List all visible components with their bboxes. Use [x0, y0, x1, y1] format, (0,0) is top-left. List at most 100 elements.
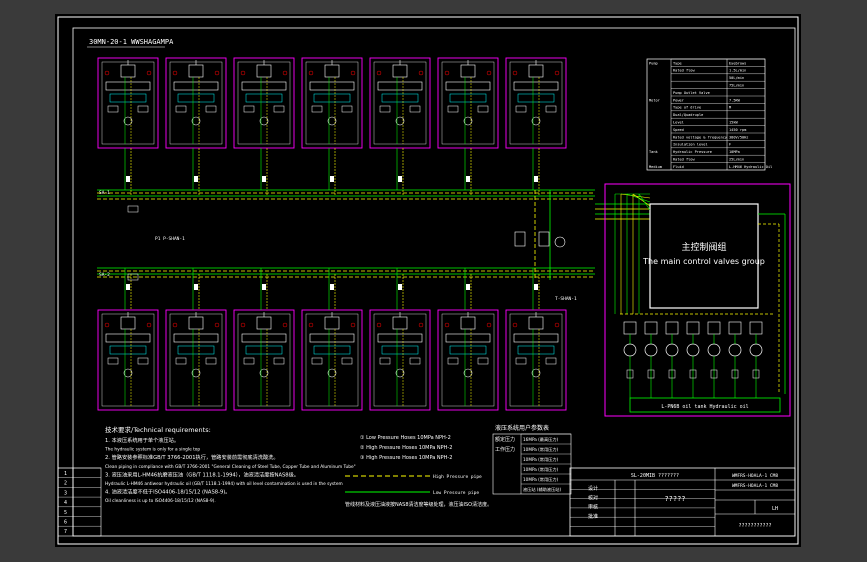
spec-cell: 10MPa: [729, 150, 740, 154]
tech-req-heading: 技术要求/Technical requirements:: [105, 425, 211, 434]
lower-valve-module: [233, 309, 295, 411]
param-cell-value: 10MPa (常用压力): [523, 466, 559, 473]
param-cell-value: 10MPa (常用压力): [523, 456, 559, 463]
spec-cell: Eyebrows: [729, 61, 746, 65]
main-valve-group: 主控制阀组 The main control valves group L-PN…: [604, 183, 791, 417]
spec-cell: Motor: [649, 98, 661, 102]
drawing-code-2: WMFRS-HOALA-1 CM8: [732, 483, 778, 489]
spec-cell: Fluid: [673, 165, 684, 169]
spec-cell: M: [729, 106, 732, 110]
spec-cell: Insulation level: [673, 143, 708, 147]
lower-valve-module: [369, 309, 431, 411]
revision-number: 2: [64, 481, 67, 487]
title-block-bottom: ???????????: [738, 523, 771, 529]
spec-cell: 1450 rpm: [729, 128, 746, 132]
spec-cell: Type: [673, 61, 682, 65]
spec-cell: Rated flow: [673, 158, 695, 162]
legend-item: ② High Pressure Hoses 10MPa NPH-2: [360, 445, 452, 451]
title-block-row-label: 审核: [588, 504, 598, 511]
spec-cell: 1.5L/min: [729, 69, 746, 73]
spec-table: Pump Type Eyebrows Rated flow 1.5L/min 50L/mi…: [646, 58, 772, 171]
drawing-number: SL-20MIB ???????: [631, 473, 679, 479]
spec-cell: 15kW: [729, 121, 738, 125]
upper-valve-row: [97, 57, 567, 149]
bus-label-upper-left: SA-1: [99, 190, 110, 196]
spec-cell: 380V/50Hz: [729, 135, 748, 139]
drawing-code-1: WMFRS-HOALA-1 CM8: [732, 473, 778, 479]
param-cell-value: 16MPa (最高压力): [523, 436, 559, 443]
low-pressure-label: Low Pressure pipe: [433, 490, 479, 496]
revision-number: 6: [64, 520, 67, 526]
upper-valve-module: [233, 57, 295, 149]
title-block-row-label: 设计: [588, 485, 598, 492]
spec-cell: Pump Outlet Valve: [673, 91, 710, 95]
legend-note: 管线材料及液压油液按NAS8清洁度等级处理，液压油ISO清洁度。: [345, 501, 492, 508]
lower-valve-module: [97, 309, 159, 411]
spec-cell: Tank: [649, 150, 658, 154]
tech-req-line: 4. 油液清洁度不低于ISO4406-18/15/12 (NAS8-9)。: [105, 488, 230, 496]
param-cell-value: 10MPa (常用压力): [523, 446, 559, 453]
param-table: 液压系统用户参数表 额定压力 16MPa (最高压力) 工作压力 10MPa (常用压…: [492, 424, 572, 495]
title-block-row-label: 校对: [588, 494, 598, 501]
tech-req-line: Clean piping in compliance with GB/T 376…: [105, 464, 356, 470]
revision-column: 1 2 3 4 5 6 7: [57, 467, 102, 537]
lower-valve-module: [301, 309, 363, 411]
main-group-title-zh: 主控制阀组: [681, 241, 726, 253]
bus-note-lower: T-SHAN-1: [555, 296, 577, 302]
bus-note-upper: P1 P-SHAN-1: [155, 236, 185, 242]
main-group-title-en: The main control valves group: [642, 257, 765, 266]
param-table-title: 液压系统用户参数表: [495, 424, 549, 432]
lower-valve-module: [505, 309, 567, 411]
upper-valve-module: [505, 57, 567, 149]
legend-item: ③ High Pressure Hoses 10MPa NPH-2: [360, 455, 452, 461]
high-pressure-label: High Pressure pipe: [433, 474, 482, 480]
title-block-row-label: 批准: [588, 513, 598, 520]
spec-cell: Rated voltage & frequency: [673, 135, 728, 139]
tech-req-line: 1. 本液压系统用于单个液压站。: [105, 436, 179, 444]
spec-cell: 75L/min: [729, 84, 744, 88]
param-cell-value: 液压站 (辅助液压站): [523, 486, 561, 493]
spec-cell: Rated flow: [673, 69, 695, 73]
pipe-legend: ① Low Pressure Hoses 10MPa NPH-2 ② High P…: [345, 435, 492, 508]
spec-cell: 7.5KW: [729, 98, 741, 102]
revision-number: 7: [64, 529, 67, 535]
technical-requirements: 技术要求/Technical requirements: 1. 本液压系统用于单…: [104, 425, 356, 504]
tech-req-line: The hydraulic system is only for a singl…: [104, 447, 200, 453]
tech-req-line: 2. 管路安装参照标准GB/T 3766-2001执行，管路安装前需彻底清洗酸洗…: [105, 453, 279, 461]
main-group-lines: [614, 193, 786, 394]
title-block: 设计校对审核批准 SL-20MIB ??????? ????? WMFRS-HO…: [569, 467, 796, 537]
spec-cell: Level: [673, 121, 684, 125]
spec-cell: Hydraulic Pressure: [673, 150, 712, 154]
upper-valve-module: [97, 57, 159, 149]
drawing-title: ?????: [664, 495, 685, 503]
pipe-buses: SA-1 SA-2 P1 P-SHAN-1 T-SHAN-1: [97, 148, 650, 310]
spec-cell: Power: [673, 98, 685, 102]
upper-valve-module: [437, 57, 499, 149]
main-valve-block: [649, 203, 759, 309]
spec-cell: F: [729, 143, 731, 147]
revision-number: 4: [64, 500, 67, 506]
sheet-label: LH: [772, 506, 778, 512]
revision-number: 1: [64, 471, 67, 477]
sheet-header-text: 30MN-20-1 WWSHAGAMPA: [89, 38, 174, 46]
hydraulic-schematic: 30MN-20-1 WWSHAGAMPA SA-1 SA-2 P1 P-SHAN-1…: [57, 16, 799, 545]
oil-tank-label: L-PN6B oil tank Hydraulic oil: [661, 404, 748, 410]
spec-cell: 25L/min: [729, 158, 744, 162]
tech-req-line: 3. 液压油采用L-HM46抗磨液压油（GB/T 1118.1-1994），油液…: [105, 470, 299, 478]
drawing-sheet: 30MN-20-1 WWSHAGAMPA SA-1 SA-2 P1 P-SHAN-1…: [55, 14, 801, 547]
spec-cell: Medium: [649, 165, 662, 169]
spec-cell: Pump: [649, 61, 658, 65]
revision-number: 3: [64, 490, 67, 496]
lower-valve-module: [437, 309, 499, 411]
upper-valve-module: [301, 57, 363, 149]
upper-valve-module: [369, 57, 431, 149]
tech-req-line: Hydraulic L-HM46 antiwear hydraulic oil …: [105, 481, 343, 487]
tech-req-line: Oil cleanliness is up to ISO4406-18/15/1…: [105, 498, 216, 504]
param-cell-label: 额定压力: [495, 436, 515, 443]
revision-number: 5: [64, 510, 67, 516]
param-cell-label: 工作压力: [495, 446, 515, 453]
bus-label-lower-left: SA-2: [99, 272, 110, 278]
lower-valve-module: [165, 309, 227, 411]
spec-cell: Speed: [673, 128, 684, 132]
param-cell-value: 10MPa (常用压力): [523, 476, 559, 483]
